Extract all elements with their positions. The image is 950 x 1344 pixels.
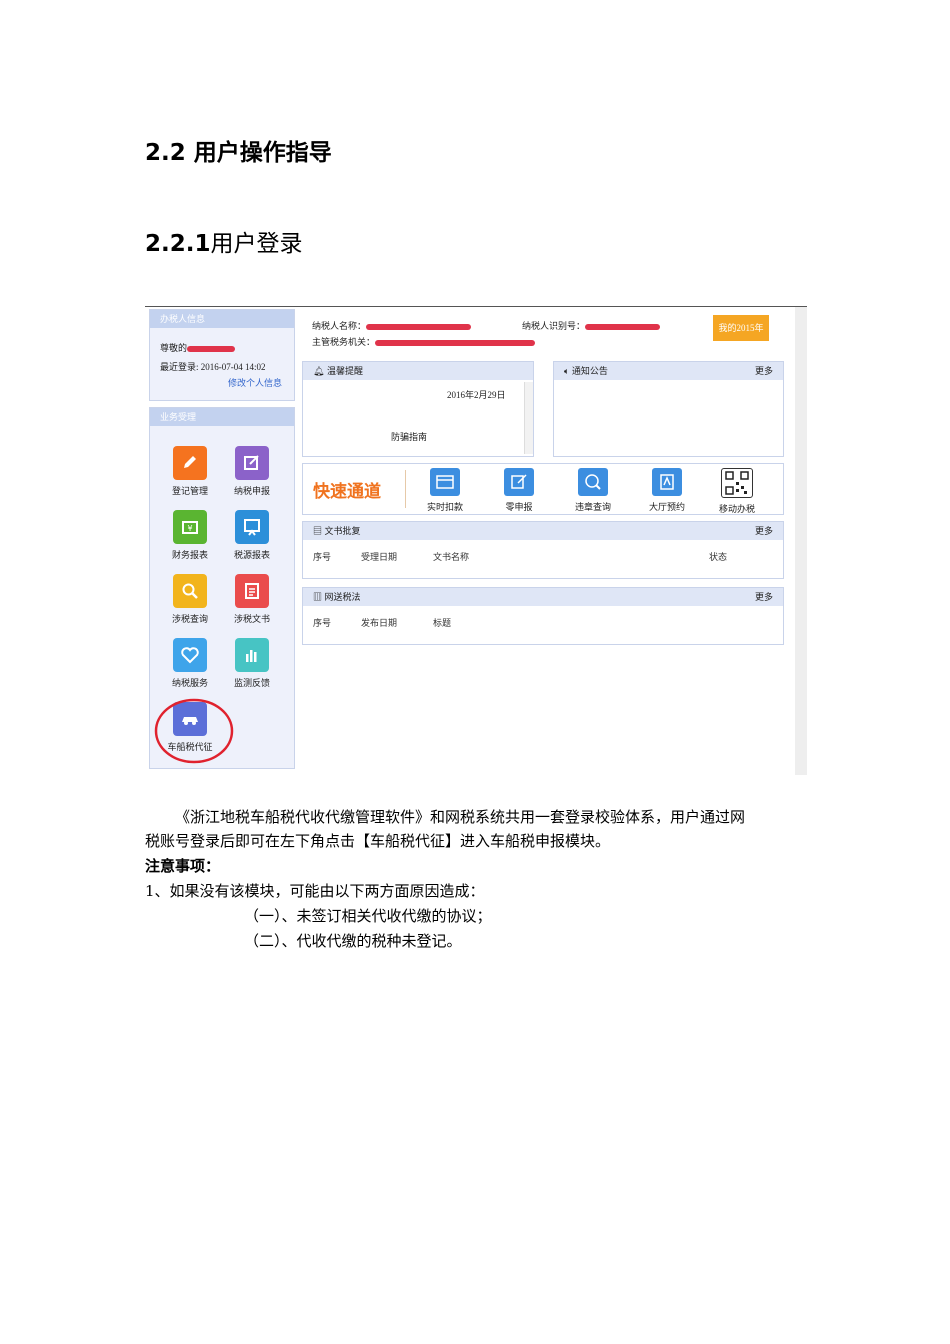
business-title: 业务受理 xyxy=(150,408,294,426)
note-1: 1、如果没有该模块，可能由以下两方面原因造成： xyxy=(145,882,485,900)
quick-access-bar: 快速通道 实时扣款 零申报 违章查询 大厅预约 移动办税 xyxy=(302,463,784,515)
board-icon xyxy=(235,510,269,544)
svg-text:¥: ¥ xyxy=(187,524,192,533)
taxpayer-name-label: 纳税人名称： xyxy=(312,321,367,331)
agent-info-panel: 办税人信息 尊敬的 最近登录: 2016-07-04 14:02 修改个人信息 xyxy=(149,309,295,401)
redaction-mark xyxy=(366,323,472,330)
section-heading-2-2-1: 2.2.1用户登录 xyxy=(145,231,303,257)
edit-profile-link[interactable]: 修改个人信息 xyxy=(228,376,282,389)
tile-tax-query[interactable]: 涉税查询 xyxy=(160,574,220,625)
docs-more-link[interactable]: 更多 xyxy=(755,522,773,540)
embedded-screenshot: 办税人信息 尊敬的 最近登录: 2016-07-04 14:02 修改个人信息 … xyxy=(145,306,807,775)
tile-tax-declaration[interactable]: 纳税申报 xyxy=(222,446,282,497)
notice-more-link[interactable]: 更多 xyxy=(755,362,773,380)
book-icon: ▥ xyxy=(313,592,323,602)
booking-icon xyxy=(652,468,682,496)
violation-icon xyxy=(578,468,608,496)
edit-icon xyxy=(235,446,269,480)
tax-law-box: ▥ 网送税法 更多 序号 发布日期 标题 xyxy=(302,587,784,645)
heart-icon xyxy=(173,638,207,672)
document-icon: ▤ xyxy=(313,526,323,536)
quick-violation-query[interactable]: 违章查询 xyxy=(563,468,623,513)
last-login: 最近登录: 2016-07-04 14:02 xyxy=(160,362,266,372)
note-1a: （一）、未签订相关代收代缴的协议； xyxy=(244,907,492,925)
card-icon xyxy=(430,468,460,496)
tax-authority-label: 主管税务机关： xyxy=(312,337,376,347)
my-2015-button[interactable]: 我的2015年 xyxy=(713,315,769,341)
tile-tax-service[interactable]: 纳税服务 xyxy=(160,638,220,689)
notes-title: 注意事项： xyxy=(145,857,221,875)
note-1b: （二）、代收代缴的税种未登记。 xyxy=(244,932,462,950)
tile-monitor-feedback[interactable]: 监测反馈 xyxy=(222,638,282,689)
chart-icon xyxy=(235,638,269,672)
highlight-circle xyxy=(154,698,234,764)
pencil-icon xyxy=(173,446,207,480)
reminder-scrollbar[interactable] xyxy=(524,382,533,454)
search-icon xyxy=(173,574,207,608)
scrollbar[interactable] xyxy=(795,307,807,775)
bell-icon: 🔔︎ xyxy=(313,366,325,376)
reminder-box: 🔔︎ 温馨提醒 2016年2月29日 防骗指南 xyxy=(302,361,534,457)
edit-icon xyxy=(504,468,534,496)
quick-hall-booking[interactable]: 大厅预约 xyxy=(637,468,697,513)
docs-table-header: 序号 受理日期 文书名称 状态 xyxy=(313,552,728,562)
taxpayer-info: 纳税人名称： 纳税人识别号： 主管税务机关： 我的2015年 xyxy=(302,309,782,353)
section-heading-2-2: 2.2 用户操作指导 xyxy=(145,140,332,166)
tile-tax-documents[interactable]: 涉税文书 xyxy=(222,574,282,625)
law-more-link[interactable]: 更多 xyxy=(755,588,773,606)
tile-financial-report[interactable]: ¥ 财务报表 xyxy=(160,510,220,561)
paragraph-intro-cont: 税账号登录后即可在左下角点击【车船税代征】进入车船税申报模块。 xyxy=(145,832,611,850)
quick-realtime-deduction[interactable]: 实时扣款 xyxy=(415,468,475,513)
notice-box: 🔈︎ 通知公告 更多 xyxy=(553,361,784,457)
redaction-mark xyxy=(375,339,536,346)
reminder-date: 2016年2月29日 xyxy=(447,390,506,400)
law-table-header: 序号 发布日期 标题 xyxy=(313,618,452,628)
speaker-icon: 🔈︎ xyxy=(564,366,570,376)
anti-fraud-guide-link[interactable]: 防骗指南 xyxy=(391,430,427,443)
greeting: 尊敬的 xyxy=(160,341,236,354)
tile-tax-source-report[interactable]: 税源报表 xyxy=(222,510,282,561)
quick-zero-declaration[interactable]: 零申报 xyxy=(489,468,549,513)
money-icon: ¥ xyxy=(173,510,207,544)
taxpayer-id-label: 纳税人识别号： xyxy=(522,321,586,331)
quick-access-title: 快速通道 xyxy=(313,482,381,502)
qrcode-icon xyxy=(721,468,753,498)
document-icon xyxy=(235,574,269,608)
agent-info-title: 办税人信息 xyxy=(150,310,294,328)
quick-mobile-tax[interactable]: 移动办税 xyxy=(707,468,767,515)
paragraph-intro: 《浙江地税车船税代收代缴管理软件》和网税系统共用一套登录校验体系，用户通过网 xyxy=(175,808,746,826)
tile-registration[interactable]: 登记管理 xyxy=(160,446,220,497)
document-reply-box: ▤ 文书批复 更多 序号 受理日期 文书名称 状态 xyxy=(302,521,784,579)
redaction-mark xyxy=(187,345,236,352)
redaction-mark xyxy=(585,323,661,330)
